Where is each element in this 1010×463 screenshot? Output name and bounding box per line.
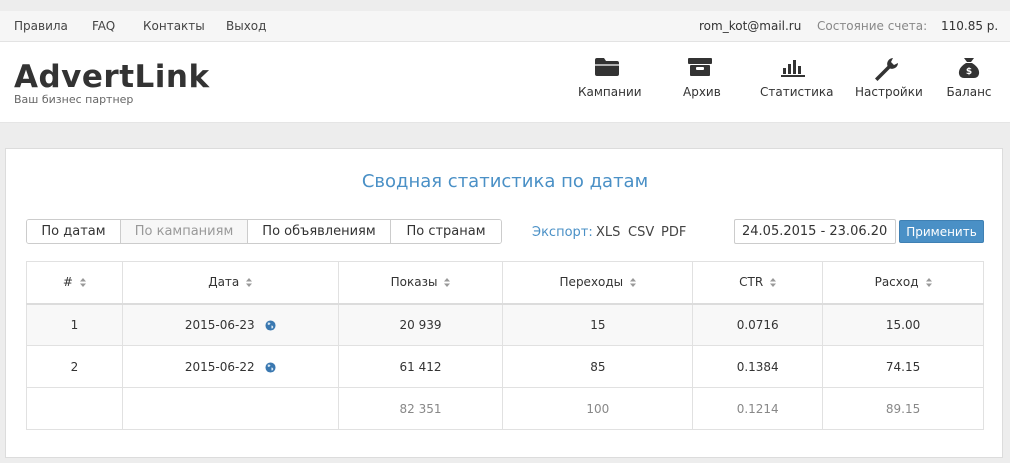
money-bag-icon: $: [958, 58, 980, 78]
menu-archive-label: Архив: [683, 85, 721, 99]
menu-campaigns[interactable]: Кампании: [578, 57, 642, 109]
total-ctr: 0.1214: [692, 387, 824, 430]
apply-button[interactable]: Применить: [899, 220, 984, 243]
sort-icon: [246, 278, 253, 288]
sort-icon: [770, 278, 777, 288]
col-header-ctr[interactable]: CTR: [692, 261, 824, 305]
menu-settings[interactable]: Настройки: [855, 57, 923, 109]
total-date: [121, 387, 339, 430]
cell-number: 2: [26, 345, 123, 388]
globe-icon[interactable]: [265, 320, 276, 331]
cell-spend: 74.15: [822, 345, 984, 388]
stats-panel: Сводная статистика по датам По датам По …: [5, 148, 1003, 458]
balance-value: 110.85 р.: [941, 19, 999, 33]
balance-label: Состояние счета:: [817, 19, 928, 33]
rules-link[interactable]: Правила: [14, 19, 68, 33]
table-row: 1 2015-06-23 20 939 15 0.0716 15.00: [26, 303, 984, 346]
stats-table: # Дата Показы Переходы CTR Расход 1 2015…: [26, 261, 984, 430]
cell-date: 2015-06-22: [121, 345, 339, 388]
menu-campaigns-label: Кампании: [578, 85, 642, 99]
cell-ctr: 0.1384: [692, 345, 824, 388]
cell-clicks: 85: [502, 345, 694, 388]
logo[interactable]: AdvertLink: [14, 60, 210, 94]
table-header-row: # Дата Показы Переходы CTR Расход: [26, 261, 984, 305]
menu-archive[interactable]: Архив: [683, 57, 721, 109]
col-header-number[interactable]: #: [26, 261, 123, 305]
header: AdvertLink Ваш бизнес партнер Кампании А…: [0, 42, 1010, 123]
cell-ctr: 0.0716: [692, 303, 824, 346]
report-tabs: По датам По кампаниям По объявлениям По …: [26, 219, 502, 244]
export-label: Экспорт:: [532, 225, 593, 240]
totals-row: 82 351 100 0.1214 89.15: [26, 387, 984, 430]
menu-settings-label: Настройки: [855, 85, 923, 99]
export-pdf-link[interactable]: PDF: [661, 225, 686, 240]
table-row: 2 2015-06-22 61 412 85 0.1384 74.15: [26, 345, 984, 388]
sort-icon: [444, 278, 451, 288]
svg-text:$: $: [966, 67, 972, 77]
faq-link[interactable]: FAQ: [92, 19, 115, 33]
menu-balance-label: Баланс: [946, 85, 992, 99]
globe-icon[interactable]: [265, 361, 276, 373]
cell-date: 2015-06-23: [121, 303, 339, 346]
cell-clicks: 15: [502, 303, 694, 346]
export-xls-link[interactable]: XLS: [596, 225, 620, 240]
total-clicks: 100: [502, 387, 694, 430]
total-number: [26, 387, 123, 430]
user-email: rom_kot@mail.ru: [699, 19, 802, 33]
cell-impressions: 61 412: [337, 345, 504, 388]
total-impressions: 82 351: [337, 387, 504, 430]
tab-by-countries[interactable]: По странам: [391, 220, 501, 243]
sort-icon: [630, 278, 637, 288]
bar-chart-icon: [781, 60, 805, 77]
col-header-date[interactable]: Дата: [121, 261, 339, 305]
total-spend: 89.15: [822, 387, 984, 430]
col-header-clicks[interactable]: Переходы: [502, 261, 694, 305]
archive-icon: [688, 58, 712, 76]
menu-statistics[interactable]: Статистика: [760, 57, 834, 109]
wrench-icon: [875, 58, 898, 81]
folder-icon: [595, 58, 619, 76]
cell-number: 1: [26, 303, 123, 346]
contacts-link[interactable]: Контакты: [143, 19, 205, 33]
export-csv-link[interactable]: CSV: [628, 225, 654, 240]
sort-icon: [925, 278, 932, 288]
tagline: Ваш бизнес партнер: [14, 93, 134, 106]
sort-icon: [79, 278, 86, 288]
tab-by-campaigns[interactable]: По кампаниям: [121, 220, 248, 243]
cell-spend: 15.00: [822, 303, 984, 346]
col-header-spend[interactable]: Расход: [822, 261, 984, 305]
tab-by-dates[interactable]: По датам: [27, 220, 121, 243]
top-bar: Правила FAQ Контакты Выход rom_kot@mail.…: [0, 11, 1010, 42]
col-header-impressions[interactable]: Показы: [337, 261, 504, 305]
menu-statistics-label: Статистика: [760, 85, 834, 99]
date-range-input[interactable]: [734, 219, 896, 244]
cell-impressions: 20 939: [337, 303, 504, 346]
tab-by-ads[interactable]: По объявлениям: [248, 220, 391, 243]
page-title: Сводная статистика по датам: [361, 171, 649, 192]
menu-balance[interactable]: $ Баланс: [946, 57, 992, 109]
logout-link[interactable]: Выход: [226, 19, 266, 33]
